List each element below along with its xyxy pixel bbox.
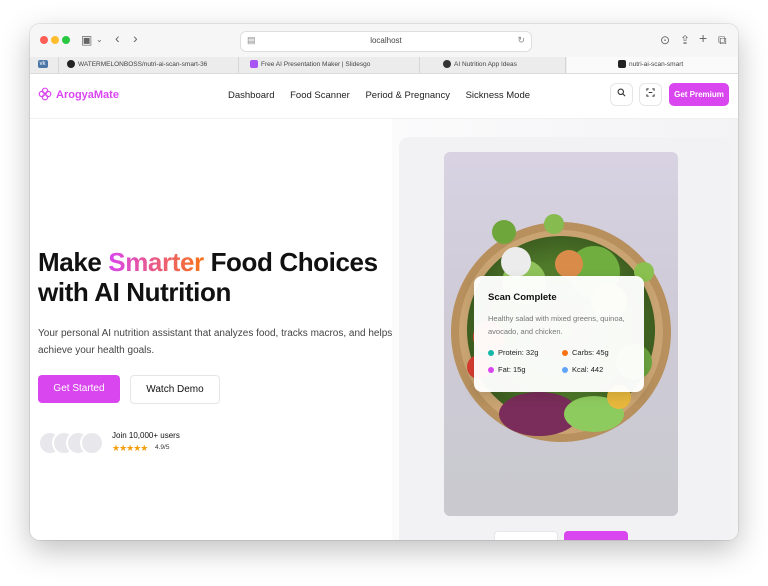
avatar (80, 431, 104, 455)
scan-title: Scan Complete (488, 292, 557, 303)
search-icon (617, 88, 626, 97)
hero-headline: Make Smarter Food Choices with AI Nutrit… (38, 247, 378, 307)
user-avatars (38, 431, 110, 455)
tab-active[interactable]: nutri-ai-scan-smart (567, 57, 738, 73)
close-window-button[interactable] (40, 36, 48, 44)
macro-label: Protein: 32g (498, 348, 539, 357)
nav-dashboard[interactable]: Dashboard (228, 90, 274, 101)
macro-label: Kcal: 442 (572, 365, 604, 374)
download-icon[interactable]: ⊙ (660, 33, 670, 47)
tab-label: Free AI Presentation Maker | Slidesgo (261, 61, 371, 68)
hero-subtitle: Your personal AI nutrition assistant tha… (38, 328, 393, 356)
protein-dot-icon (488, 350, 494, 357)
address-bar[interactable]: ▤ localhost ↻ (240, 31, 532, 52)
headline-part1: Make (38, 247, 109, 277)
share-icon[interactable]: ⇪ (680, 33, 690, 47)
forward-icon[interactable]: › (133, 31, 138, 45)
browser-window: ▣ ⌄ ‹ › ▤ localhost ↻ ⊙ ⇪ + ⧉ vk WATERME… (30, 24, 738, 540)
macro-carbs: Carbs: 45g (562, 348, 609, 357)
tab-overview-icon[interactable]: ⧉ (718, 33, 727, 47)
nav-sickness-mode[interactable]: Sickness Mode (466, 90, 530, 101)
star-rating-icon: ★★★★★ (112, 443, 148, 453)
hero-section: Make Smarter Food Choices with AI Nutrit… (30, 119, 738, 540)
tab-bar: vk WATERMELONBOSS/nutri-ai-scan-smart-36… (30, 57, 738, 74)
nav-food-scanner[interactable]: Food Scanner (290, 90, 350, 101)
github-icon (67, 60, 75, 69)
salad-bowl-image: Scan Complete Healthy salad with mixed g… (444, 152, 678, 516)
headline-part2: Food Choices (203, 247, 379, 277)
sidebar-toggle-icon[interactable]: ▣ (81, 33, 92, 47)
rating-value: 4.9/5 (155, 444, 170, 451)
macro-protein: Protein: 32g (488, 348, 538, 357)
chevron-down-icon[interactable]: ⌄ (96, 33, 103, 47)
nav-links: Dashboard Food Scanner Period & Pregnanc… (228, 90, 543, 101)
watch-demo-button[interactable]: Watch Demo (130, 375, 220, 404)
macro-label: Carbs: 45g (572, 348, 609, 357)
get-started-button[interactable]: Get Started (38, 375, 120, 403)
tab-label: WATERMELONBOSS/nutri-ai-scan-smart-36 (78, 61, 208, 68)
tab-slidesgo[interactable]: Free AI Presentation Maker | Slidesgo (240, 57, 420, 73)
tab-chatgpt[interactable]: AI Nutrition App Ideas (421, 57, 566, 73)
nav-period-pregnancy[interactable]: Period & Pregnancy (365, 90, 450, 101)
new-tab-icon[interactable]: + (699, 31, 707, 45)
scan-button[interactable] (639, 83, 662, 106)
join-users-text: Join 10,000+ users (112, 431, 180, 440)
macro-label: Fat: 15g (498, 365, 526, 374)
headline-line2: with AI Nutrition (38, 277, 231, 307)
primary-action-button[interactable] (564, 531, 628, 540)
url-text: localhost (370, 36, 402, 45)
top-nav: ArogyaMate Dashboard Food Scanner Period… (30, 74, 738, 119)
scan-description: Healthy salad with mixed greens, quinoa,… (488, 314, 625, 336)
tab-label: AI Nutrition App Ideas (454, 61, 517, 68)
chatgpt-icon (443, 60, 451, 69)
kcal-dot-icon (562, 367, 568, 374)
get-premium-button[interactable]: Get Premium (669, 83, 729, 106)
headline-accent: Smarter (108, 247, 204, 277)
scan-result-card: Scan Complete Healthy salad with mixed g… (474, 276, 644, 392)
scan-icon (646, 88, 655, 97)
tab-vk[interactable]: vk (30, 57, 59, 73)
zoom-window-button[interactable] (62, 36, 70, 44)
reload-icon[interactable]: ↻ (517, 35, 525, 46)
back-icon[interactable]: ‹ (115, 31, 120, 45)
macro-kcal: Kcal: 442 (562, 365, 603, 374)
flower-logo-icon (38, 87, 52, 101)
minimize-window-button[interactable] (51, 36, 59, 44)
slidesgo-icon (250, 60, 258, 69)
browser-toolbar: ▣ ⌄ ‹ › ▤ localhost ↻ ⊙ ⇪ + ⧉ (30, 24, 738, 58)
tab-label: nutri-ai-scan-smart (629, 61, 684, 68)
vk-icon: vk (37, 60, 48, 69)
search-button[interactable] (610, 83, 633, 106)
brand-name[interactable]: ArogyaMate (56, 89, 119, 101)
secondary-action-button[interactable] (494, 531, 558, 540)
carbs-dot-icon (562, 350, 568, 357)
fat-dot-icon (488, 367, 494, 374)
app-page: ArogyaMate Dashboard Food Scanner Period… (30, 74, 738, 540)
tab-github[interactable]: WATERMELONBOSS/nutri-ai-scan-smart-36 (59, 57, 239, 73)
macro-fat: Fat: 15g (488, 365, 526, 374)
site-icon (618, 60, 626, 69)
